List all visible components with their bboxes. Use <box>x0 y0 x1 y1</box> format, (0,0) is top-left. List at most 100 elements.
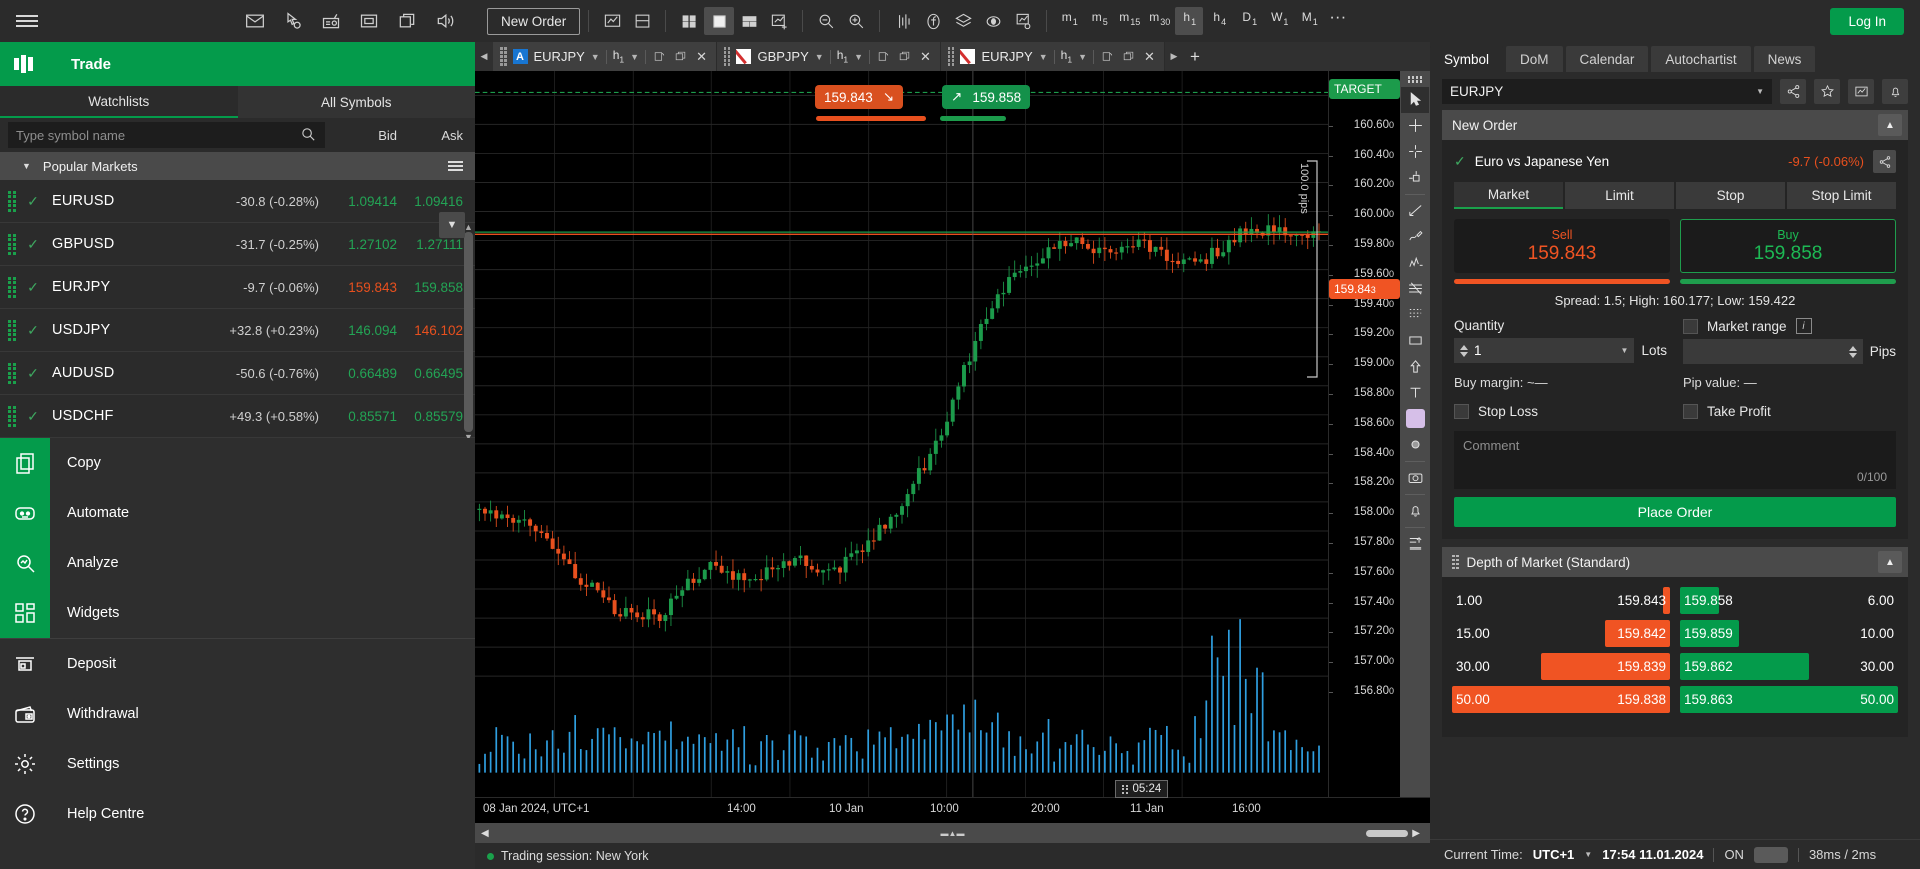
row-bid[interactable]: 1.09414 <box>325 194 397 209</box>
cursor-tool-icon[interactable] <box>1401 86 1429 113</box>
chart-tab-eurjpy[interactable]: EURJPY ▼ h1 ▼ ✕ <box>940 42 1165 71</box>
scrollbar-thumb[interactable] <box>464 232 473 432</box>
chart-scroll-left-icon[interactable]: ◀ <box>475 828 495 839</box>
bell-icon[interactable] <box>1882 78 1908 104</box>
pips-spinner-icon[interactable] <box>1848 345 1857 358</box>
tab-autochartist[interactable]: Autochartist <box>1651 46 1751 72</box>
template-icon[interactable] <box>978 7 1008 35</box>
chart-type-icon[interactable] <box>597 7 627 35</box>
marker-box-tool-icon[interactable] <box>1401 165 1429 191</box>
time-cursor-label[interactable]: 05:24 <box>1115 780 1169 798</box>
toolbar-more-icon[interactable]: ··· <box>1323 8 1352 30</box>
sidebar-item-deposit[interactable]: Deposit <box>0 639 475 689</box>
list-options-icon[interactable] <box>448 161 463 171</box>
mail-icon[interactable] <box>244 10 266 32</box>
dom-bid-row[interactable]: 1.00 159.843 <box>1452 587 1670 614</box>
connection-toggle[interactable] <box>1753 846 1788 863</box>
row-drag-handle[interactable] <box>8 405 22 427</box>
dom-bid-row[interactable]: 30.00 159.839 <box>1452 653 1670 680</box>
tab-all-symbols[interactable]: All Symbols <box>237 86 475 118</box>
row-bid[interactable]: 0.66489 <box>325 366 397 381</box>
chart-horizontal-scrollbar[interactable]: ◀ ▬▲▬ ▶ <box>475 823 1430 843</box>
camera-icon[interactable] <box>1401 465 1429 491</box>
tab-detach-icon[interactable] <box>897 49 912 64</box>
row-ask[interactable]: 1.09416 <box>397 194 475 209</box>
chevron-down-icon[interactable]: ▼ <box>1039 52 1048 62</box>
chart-sell-badge[interactable]: 159.843 ↘ <box>815 85 904 109</box>
tab-calendar[interactable]: Calendar <box>1565 46 1649 72</box>
elliott-wave-tool-icon[interactable] <box>1401 250 1429 276</box>
windows-icon[interactable] <box>396 10 418 32</box>
chart-tab-eurjpy[interactable]: A EURJPY ▼ h1 ▼ ✕ <box>493 42 717 71</box>
chevron-down-icon[interactable]: ▼ <box>591 52 600 62</box>
chart-settings-icon[interactable] <box>1008 7 1038 35</box>
login-button[interactable]: Log In <box>1830 8 1904 35</box>
dom-bid-row[interactable]: 50.00 159.838 <box>1452 686 1670 713</box>
chevron-down-icon[interactable]: ▼ <box>1621 346 1629 355</box>
order-type-limit[interactable]: Limit <box>1565 182 1674 209</box>
tab-drag-handle[interactable] <box>500 47 507 66</box>
price-axis[interactable]: 160.800160.600160.400160.200160.000159.8… <box>1328 71 1400 797</box>
pips-stepper[interactable]: Pips <box>1683 339 1896 364</box>
tab-dom[interactable]: DoM <box>1506 46 1563 72</box>
timeframe-h4[interactable]: h4 <box>1205 7 1233 35</box>
row-bid[interactable]: 1.27102 <box>325 237 397 252</box>
grid-4-icon[interactable] <box>674 7 704 35</box>
order-type-stop-limit[interactable]: Stop Limit <box>1787 182 1896 209</box>
timeframe-D1[interactable]: D1 <box>1235 7 1263 35</box>
watchlist-row[interactable]: ✓ EURJPY -9.7 (-0.06%) 159.843 159.858 <box>0 266 475 309</box>
add-chart-icon[interactable] <box>764 7 794 35</box>
info-icon[interactable]: i <box>1795 318 1812 334</box>
dom-ask-row[interactable]: 159.859 10.00 <box>1680 620 1898 647</box>
row-check-icon[interactable]: ✓ <box>22 365 44 382</box>
row-check-icon[interactable]: ✓ <box>22 193 44 210</box>
watchlist-row[interactable]: ✓ USDJPY +32.8 (+0.23%) 146.094 146.102 <box>0 309 475 352</box>
watchlist-row[interactable]: ✓ GBPUSD -31.7 (-0.25%) 1.27102 1.27111 <box>0 223 475 266</box>
fibonacci-tool-icon[interactable] <box>1401 276 1429 302</box>
instrument-share-icon[interactable] <box>1873 150 1896 173</box>
order-type-stop[interactable]: Stop <box>1676 182 1785 209</box>
chart-canvas[interactable]: 159.843 ↘ ↗ 159.858 100.0 pips <box>475 71 1328 797</box>
scroll-up-arrow[interactable]: ▲ <box>464 222 473 232</box>
row-drag-handle[interactable] <box>8 276 22 298</box>
sidebar-item-help-centre[interactable]: Help Centre <box>0 789 475 839</box>
tab-broadcast-icon[interactable] <box>1100 49 1115 64</box>
single-pane-icon[interactable] <box>704 7 735 35</box>
row-bid[interactable]: 0.85571 <box>325 409 397 424</box>
chart-resize-grip[interactable]: ▬▲▬ <box>941 829 965 838</box>
tab-drag-handle[interactable] <box>723 47 731 66</box>
row-drag-handle[interactable] <box>8 190 22 212</box>
tab-close-icon[interactable]: ✕ <box>1142 49 1157 65</box>
volume-icon[interactable] <box>434 10 456 32</box>
watchlist-row[interactable]: ✓ AUDUSD -50.6 (-0.76%) 0.66489 0.66495 <box>0 352 475 395</box>
split-chart-icon[interactable] <box>627 7 657 35</box>
dom-collapse-icon[interactable]: ▲ <box>1878 551 1902 573</box>
fib-grid-tool-icon[interactable] <box>1401 302 1429 328</box>
tab-detach-icon[interactable] <box>673 49 688 64</box>
zoom-in-icon[interactable] <box>841 7 871 35</box>
sidebar-item-automate[interactable]: Automate <box>0 488 475 538</box>
menu-toggle-icon[interactable] <box>0 12 54 30</box>
share-icon[interactable] <box>1780 78 1806 104</box>
comment-field[interactable]: Comment 0/100 <box>1454 431 1896 489</box>
market-range-checkbox[interactable] <box>1683 318 1698 334</box>
tab-broadcast-icon[interactable] <box>652 49 667 64</box>
time-axis[interactable]: 08 Jan 2024, UTC+1 14:00 10 Jan 10:00 20:00 1… <box>475 780 1430 823</box>
row-check-icon[interactable]: ✓ <box>22 408 44 425</box>
chart-buy-badge[interactable]: ↗ 159.858 <box>942 85 1031 109</box>
new-order-button[interactable]: New Order <box>487 7 581 35</box>
timezone-value[interactable]: UTC+1 <box>1533 847 1575 862</box>
row-check-icon[interactable]: ✓ <box>22 279 44 296</box>
tab-drag-handle[interactable] <box>947 47 955 66</box>
tab-timeframe[interactable]: h1 <box>1061 48 1072 64</box>
color-swatch-icon[interactable] <box>1401 406 1429 432</box>
quantity-input[interactable]: 1 ▼ <box>1454 338 1635 363</box>
dom-bid-row[interactable]: 15.00 159.842 <box>1452 620 1670 647</box>
tab-close-icon[interactable]: ✕ <box>694 49 709 65</box>
timeframe-W1[interactable]: W1 <box>1265 7 1293 35</box>
order-type-market[interactable]: Market <box>1454 182 1563 209</box>
crosshair-tool-icon[interactable] <box>1401 113 1429 139</box>
arrow-up-tool-icon[interactable] <box>1401 354 1429 380</box>
row-bid[interactable]: 146.094 <box>325 323 397 338</box>
chevron-down-icon[interactable]: ▼ <box>630 52 639 62</box>
